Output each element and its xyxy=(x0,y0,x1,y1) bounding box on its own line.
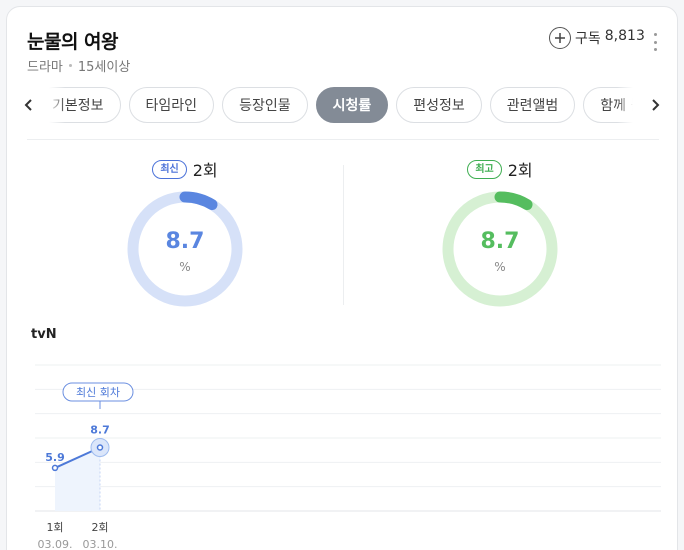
subscribe-label: 구독 xyxy=(575,31,601,47)
tab-item[interactable]: 함께 볼만한 xyxy=(583,87,633,123)
rating-line-chart: 5.9 1회 03.09. 8.7 2회 03.10. 최신 회차 xyxy=(35,364,661,550)
highest-rating-value: 8.7 xyxy=(480,229,520,254)
latest-badge: 최신 xyxy=(152,159,187,179)
tab-item[interactable]: 기본정보 xyxy=(49,87,121,123)
tab-item[interactable]: 타임라인 xyxy=(128,87,215,123)
highest-rating-panel: 최고 2회 8.7 % xyxy=(410,157,590,317)
rating-card: 눈물의 여왕 드라마 15세이상 구독 8,813 기본정보 타임라인 등장인물 시청… xyxy=(6,6,678,550)
subscribe-button[interactable]: 구독 8,813 xyxy=(549,27,645,49)
chevron-left-icon[interactable] xyxy=(19,95,39,115)
tab-item[interactable]: 시청률 xyxy=(315,87,389,123)
x-tick-label: 1회 xyxy=(46,521,63,534)
data-label: 8.7 xyxy=(90,423,110,436)
latest-rating-value: 8.7 xyxy=(165,229,205,254)
subscriber-count: 8,813 xyxy=(604,28,645,44)
highest-episode: 2회 xyxy=(507,161,533,180)
divider xyxy=(343,165,344,305)
chevron-right-icon[interactable] xyxy=(645,95,665,115)
tab-bar: 기본정보타임라인등장인물시청률편성정보관련앨범함께 볼만한 xyxy=(7,87,679,127)
channel-label: tvN xyxy=(31,327,57,342)
tabs-viewport: 기본정보타임라인등장인물시청률편성정보관련앨범함께 볼만한 xyxy=(49,87,633,127)
data-point xyxy=(96,444,104,451)
subscribe-text: 구독 8,813 xyxy=(575,28,645,48)
highest-rating-unit: % xyxy=(494,260,506,274)
separator-dot xyxy=(68,64,72,67)
latest-episode: 2회 xyxy=(192,161,218,180)
tab-item[interactable]: 관련앨범 xyxy=(489,87,576,123)
tabs-list: 기본정보타임라인등장인물시청률편성정보관련앨범함께 볼만한 xyxy=(49,87,633,123)
x-tick-label: 2회 xyxy=(91,521,108,534)
tab-item[interactable]: 등장인물 xyxy=(222,87,308,123)
latest-rating-panel: 최신 2회 8.7 % xyxy=(95,157,275,317)
tab-item[interactable]: 편성정보 xyxy=(396,87,482,123)
data-point xyxy=(51,464,59,472)
program-title[interactable]: 눈물의 여왕 xyxy=(27,27,119,54)
x-date-label: 03.09. xyxy=(38,538,73,550)
program-meta: 드라마 15세이상 xyxy=(27,56,130,75)
highest-badge: 최고 xyxy=(467,159,502,179)
more-options-icon[interactable] xyxy=(649,33,661,51)
plus-icon xyxy=(549,27,571,49)
callout-text: 최신 회차 xyxy=(76,386,120,399)
x-date-label: 03.10. xyxy=(83,538,118,550)
genre-label: 드라마 xyxy=(27,60,63,75)
data-label: 5.9 xyxy=(45,451,65,464)
divider xyxy=(27,139,659,140)
latest-rating-unit: % xyxy=(179,260,191,274)
age-rating-label: 15세이상 xyxy=(77,60,131,75)
